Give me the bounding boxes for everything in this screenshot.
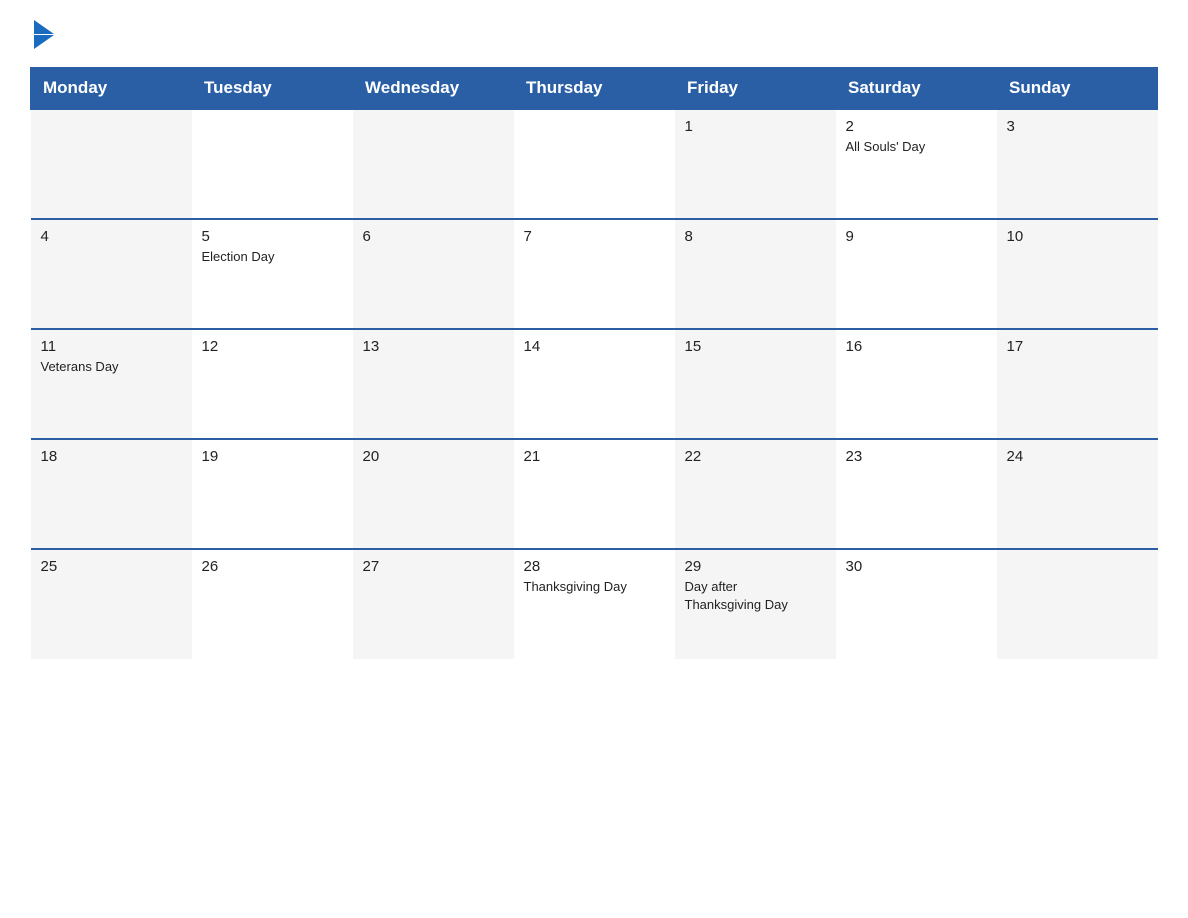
weekday-header-sunday: Sunday [997,68,1158,110]
calendar-cell: 30 [836,549,997,659]
calendar-week-1: 1 2 All Souls' Day 3 [31,109,1158,219]
day-number: 24 [1007,448,1148,465]
weekday-header-tuesday: Tuesday [192,68,353,110]
day-number: 3 [1007,118,1148,135]
calendar-cell: 2 All Souls' Day [836,109,997,219]
calendar-cell: 13 [353,329,514,439]
day-number: 18 [41,448,182,465]
day-number: 4 [41,228,182,245]
weekday-header-monday: Monday [31,68,192,110]
page-header [30,20,1158,49]
calendar-cell: 9 [836,219,997,329]
day-number: 28 [524,558,665,575]
day-number: 14 [524,338,665,355]
weekday-header-saturday: Saturday [836,68,997,110]
calendar-cell: 3 [997,109,1158,219]
calendar-cell: 23 [836,439,997,549]
calendar-week-3: 11 Veterans Day 12 13 14 15 16 17 [31,329,1158,439]
day-number: 15 [685,338,826,355]
calendar-cell [997,549,1158,659]
day-number: 2 [846,118,987,135]
calendar-table: MondayTuesdayWednesdayThursdayFridaySatu… [30,67,1158,659]
calendar-cell: 11 Veterans Day [31,329,192,439]
calendar-cell: 17 [997,329,1158,439]
calendar-cell: 4 [31,219,192,329]
calendar-cell: 25 [31,549,192,659]
calendar-body: 12All Souls' Day345Election Day67891011V… [31,109,1158,659]
calendar-cell: 22 [675,439,836,549]
day-number: 16 [846,338,987,355]
day-number: 13 [363,338,504,355]
event-label: All Souls' Day [846,138,987,156]
calendar-cell: 16 [836,329,997,439]
calendar-cell: 15 [675,329,836,439]
event-label: Thanksgiving Day [524,578,665,596]
calendar-cell: 29 Day after Thanksgiving Day [675,549,836,659]
day-number: 5 [202,228,343,245]
calendar-cell [192,109,353,219]
day-number: 11 [41,338,182,355]
calendar-cell: 20 [353,439,514,549]
day-number: 22 [685,448,826,465]
calendar-cell: 6 [353,219,514,329]
calendar-cell: 27 [353,549,514,659]
calendar-cell: 19 [192,439,353,549]
day-number: 9 [846,228,987,245]
day-number: 17 [1007,338,1148,355]
calendar-cell: 12 [192,329,353,439]
day-number: 26 [202,558,343,575]
day-number: 6 [363,228,504,245]
day-number: 7 [524,228,665,245]
weekday-header-row: MondayTuesdayWednesdayThursdayFridaySatu… [31,68,1158,110]
day-number: 1 [685,118,826,135]
calendar-cell: 18 [31,439,192,549]
calendar-cell: 5 Election Day [192,219,353,329]
calendar-week-2: 4 5 Election Day 6 7 8 9 10 [31,219,1158,329]
weekday-header-friday: Friday [675,68,836,110]
day-number: 10 [1007,228,1148,245]
day-number: 30 [846,558,987,575]
calendar-header: MondayTuesdayWednesdayThursdayFridaySatu… [31,68,1158,110]
day-number: 27 [363,558,504,575]
logo-icon [30,20,54,49]
calendar-cell [31,109,192,219]
day-number: 20 [363,448,504,465]
calendar-cell: 28 Thanksgiving Day [514,549,675,659]
calendar-cell: 8 [675,219,836,329]
calendar-cell: 7 [514,219,675,329]
day-number: 8 [685,228,826,245]
day-number: 19 [202,448,343,465]
calendar-week-4: 18 19 20 21 22 23 24 [31,439,1158,549]
calendar-cell: 1 [675,109,836,219]
calendar-week-5: 25 26 27 28 Thanksgiving Day 29 Day after Than… [31,549,1158,659]
calendar-cell: 21 [514,439,675,549]
logo [30,20,54,49]
calendar-cell [514,109,675,219]
day-number: 25 [41,558,182,575]
calendar-cell: 14 [514,329,675,439]
calendar-cell: 26 [192,549,353,659]
calendar-cell: 10 [997,219,1158,329]
day-number: 23 [846,448,987,465]
calendar-cell: 24 [997,439,1158,549]
day-number: 12 [202,338,343,355]
day-number: 21 [524,448,665,465]
weekday-header-wednesday: Wednesday [353,68,514,110]
day-number: 29 [685,558,826,575]
weekday-header-thursday: Thursday [514,68,675,110]
event-label: Day after Thanksgiving Day [685,578,826,614]
event-label: Election Day [202,248,343,266]
event-label: Veterans Day [41,358,182,376]
calendar-cell [353,109,514,219]
